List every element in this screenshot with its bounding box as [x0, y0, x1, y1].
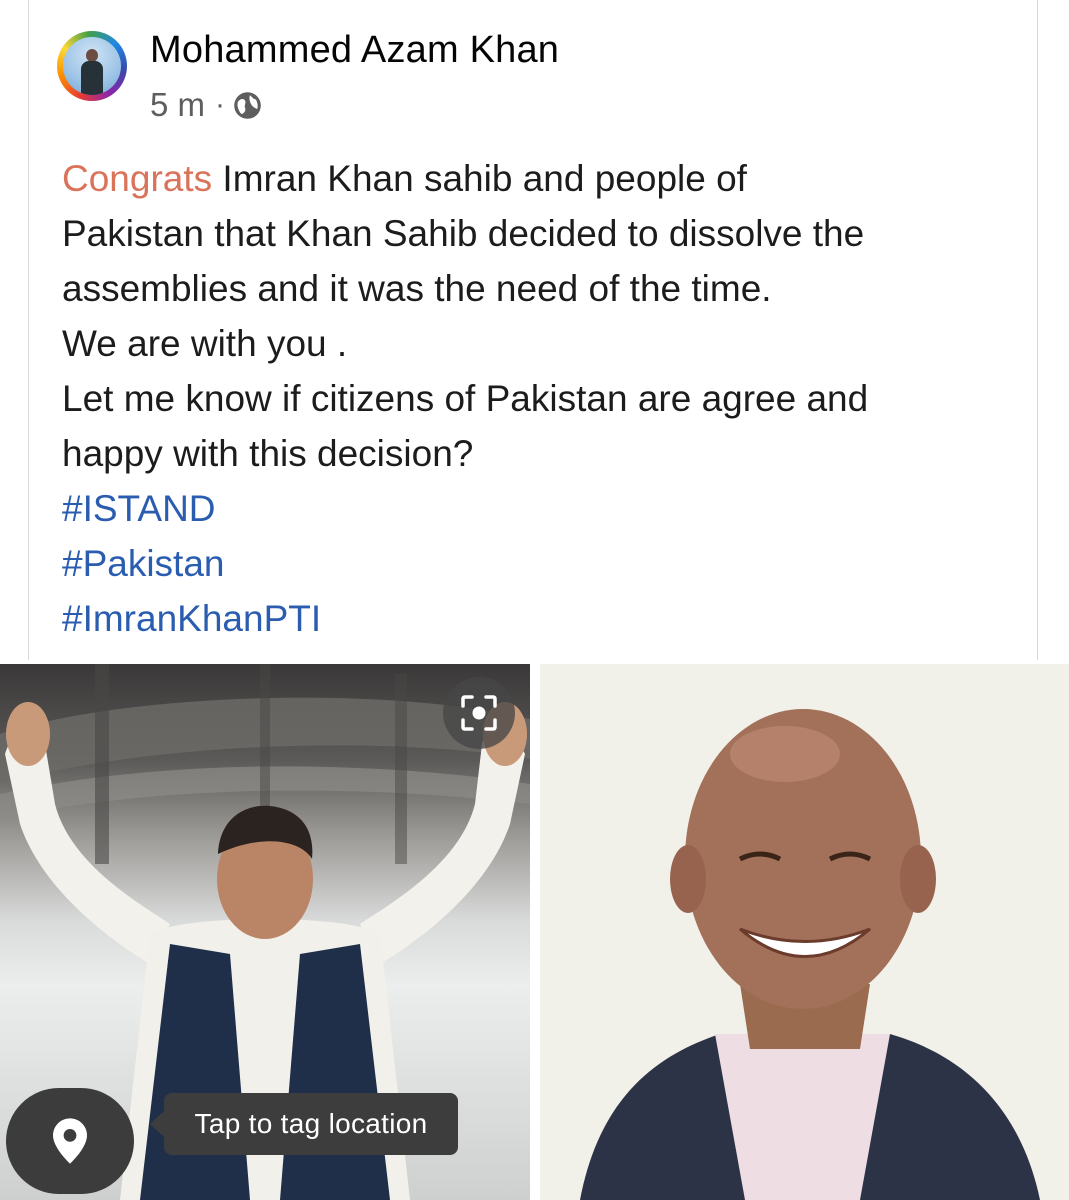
avatar-figure	[81, 49, 103, 95]
meta-separator: ·	[215, 88, 226, 121]
location-pin-icon	[53, 1118, 87, 1164]
post-text-line: Let me know if citizens of Pakistan are …	[62, 378, 869, 419]
post-text-line: assemblies and it was the need of the ti…	[62, 268, 772, 309]
avatar-body	[81, 61, 103, 95]
post-text-line: We are with you .	[62, 323, 348, 364]
congrats-highlight: Congrats	[62, 158, 213, 199]
tag-location-tooltip[interactable]: Tap to tag location	[150, 1093, 458, 1155]
post-photo-right[interactable]	[540, 664, 1069, 1200]
avatar[interactable]	[57, 31, 127, 101]
post-body: Congrats Imran Khan sahib and people of …	[62, 151, 1022, 646]
post-text-line: Pakistan that Khan Sahib decided to diss…	[62, 213, 865, 254]
post-meta: 5 m ·	[150, 86, 262, 124]
post-text-line: happy with this decision?	[62, 433, 474, 474]
post-screen: Mohammed Azam Khan 5 m · Congrats Imran …	[0, 0, 1069, 1200]
post-text-segment: Imran Khan sahib and people of	[212, 158, 747, 199]
hashtag-link[interactable]: #Pakistan	[62, 536, 1022, 591]
author-name[interactable]: Mohammed Azam Khan	[150, 29, 559, 72]
hashtag-link[interactable]: #ImranKhanPTI	[62, 591, 1022, 646]
post-timestamp[interactable]: 5 m	[150, 86, 205, 124]
hashtag-link[interactable]: #ISTAND	[62, 481, 1022, 536]
globe-icon[interactable]	[233, 91, 262, 120]
location-button-bg	[6, 1088, 134, 1194]
avatar-photo	[63, 37, 121, 95]
scan-button[interactable]	[443, 677, 515, 749]
tag-location-button[interactable]	[0, 1086, 137, 1196]
photo-right-illustration	[540, 664, 1069, 1200]
scan-icon	[461, 695, 497, 731]
post-text-line: Congrats Imran Khan sahib and people of	[62, 151, 1022, 206]
